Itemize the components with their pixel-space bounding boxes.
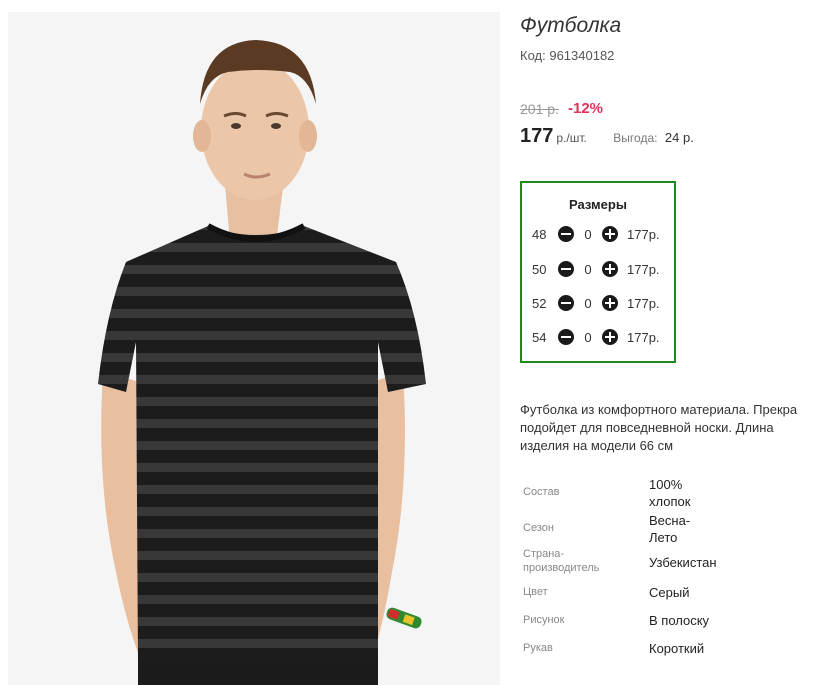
size-label: 54 — [532, 329, 547, 345]
product-photo[interactable] — [8, 12, 500, 685]
size-selector: Размеры 48 0 177р. 50 0 177р. 52 0 177р.… — [520, 181, 676, 363]
product-info: Футболка Код: 961340182 201 р. -12% 177 р… — [520, 0, 824, 685]
size-price: 177р. — [627, 329, 660, 345]
size-selector-title: Размеры — [569, 197, 627, 212]
size-row-54: 54 0 177р. — [532, 327, 660, 347]
minus-circle-icon[interactable] — [558, 226, 574, 242]
attribute-label: Рисунок — [523, 614, 565, 626]
minus-circle-icon[interactable] — [558, 295, 574, 311]
price-unit: р./шт. — [556, 131, 587, 145]
product-code-label: Код: — [520, 48, 546, 63]
attribute-label: Цвет — [523, 586, 548, 598]
size-label: 52 — [532, 295, 547, 311]
product-code: Код: 961340182 — [520, 48, 614, 63]
attribute-value: В полоску — [649, 613, 710, 628]
size-price: 177р. — [627, 261, 660, 277]
description-line: изделия на модели 66 см — [520, 438, 674, 453]
discount-badge: -12% — [568, 100, 604, 117]
product-illustration — [8, 12, 500, 685]
old-price: 201 р. — [520, 101, 559, 117]
attribute-label: Сезон — [523, 522, 554, 534]
attribute-label: Состав — [523, 486, 560, 498]
attribute-value: Короткий — [649, 641, 705, 656]
size-row-48: 48 0 177р. — [532, 224, 660, 244]
quantity-value: 0 — [584, 226, 592, 242]
plus-circle-icon[interactable] — [602, 261, 618, 277]
product-code-value: 961340182 — [549, 48, 615, 63]
description-line: Футболка из комфортного материала. Прекр… — [520, 402, 798, 417]
size-price: 177р. — [627, 295, 660, 311]
benefit-label: Выгода: — [613, 131, 658, 145]
attribute-value: 100% хлопок — [649, 477, 691, 509]
product-title: Футболка — [520, 14, 622, 37]
quantity-value: 0 — [584, 329, 592, 345]
attribute-value: Узбекистан — [649, 555, 717, 570]
description-line: подойдет для повседневной носки. Длина — [520, 420, 774, 435]
product-description: Футболка из комфортного материала. Прекр… — [520, 401, 824, 455]
plus-circle-icon[interactable] — [602, 226, 618, 242]
quantity-value: 0 — [584, 261, 592, 277]
size-row-50: 50 0 177р. — [532, 259, 660, 279]
attribute-value: Серый — [649, 585, 690, 600]
quantity-value: 0 — [584, 295, 592, 311]
price-row: 177 р./шт. Выгода: 24 р. — [520, 125, 694, 148]
size-row-52: 52 0 177р. — [532, 293, 660, 313]
minus-circle-icon[interactable] — [558, 329, 574, 345]
minus-circle-icon[interactable] — [558, 261, 574, 277]
current-price: 177 — [520, 125, 554, 147]
plus-circle-icon[interactable] — [602, 295, 618, 311]
attribute-value: Весна-Лето — [649, 513, 691, 545]
attribute-label: Рукав — [523, 642, 553, 654]
size-label: 48 — [532, 226, 547, 242]
attribute-label: Страна-производитель — [523, 548, 600, 574]
size-label: 50 — [532, 261, 547, 277]
size-price: 177р. — [627, 226, 660, 242]
plus-circle-icon[interactable] — [602, 329, 618, 345]
benefit-value: 24 р. — [664, 130, 694, 145]
